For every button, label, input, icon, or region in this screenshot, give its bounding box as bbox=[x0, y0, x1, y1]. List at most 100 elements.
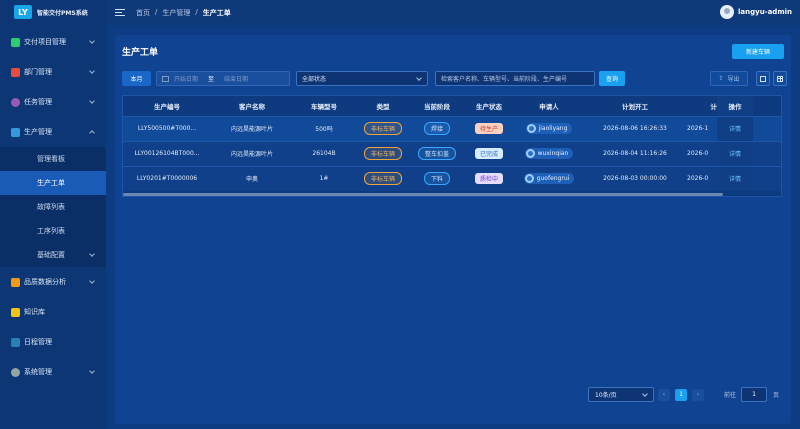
end-date-input[interactable]: 结束日期 bbox=[224, 74, 248, 83]
topbar: 首页 / 生产管理 / 生产工单 langyu-admin bbox=[106, 0, 800, 26]
pagination: 10条/页 ‹ 1 › 前往 1 页 bbox=[588, 387, 779, 402]
list-view-icon bbox=[760, 75, 766, 82]
chevron-down-icon bbox=[89, 98, 95, 104]
stage-tag: 整车扣盖 bbox=[417, 147, 456, 160]
page-title: 生产工单 bbox=[122, 48, 159, 58]
this-month-button[interactable]: 本月 bbox=[122, 71, 151, 86]
chevron-down-icon bbox=[89, 251, 95, 257]
table-row[interactable]: LLY00126104BT000... 内远昊能源叶片 26104B 非标车辆 … bbox=[123, 140, 781, 166]
chevron-down-icon bbox=[89, 68, 95, 74]
date-range-picker[interactable]: 开始日期 至 结束日期 bbox=[156, 71, 290, 86]
detail-link[interactable]: 详情 bbox=[729, 126, 741, 133]
work-order-table: 生产编号 客户名称 车辆型号 类型 当前阶段 生产状态 申请人 计划开工 计 操… bbox=[122, 95, 782, 197]
avatar bbox=[525, 148, 535, 158]
sidebar-subitem-processes[interactable]: 工序列表 bbox=[0, 219, 106, 243]
col-header-applicant: 申请人 bbox=[515, 96, 583, 116]
work-order-card: 生产工单 新建车辆 本月 开始日期 至 结束日期 全部状态 检索客户名称、车辆型… bbox=[115, 35, 791, 424]
breadcrumb-production[interactable]: 生产管理 bbox=[162, 8, 190, 18]
chevron-down-icon bbox=[642, 391, 648, 397]
cell-stage: 整车扣盖 bbox=[411, 140, 463, 166]
folder-icon bbox=[11, 37, 20, 47]
breadcrumb-home[interactable]: 首页 bbox=[136, 8, 150, 18]
menu-toggle-icon[interactable] bbox=[115, 9, 125, 17]
col-header-spacer bbox=[753, 96, 781, 116]
sidebar-item-knowledge-base[interactable]: 知识库 bbox=[0, 297, 106, 327]
search-input[interactable]: 检索客户名称、车辆型号、当前阶段、生产编号 bbox=[435, 71, 595, 86]
status-badge: 待生产 bbox=[474, 123, 503, 134]
status-badge: 质检中 bbox=[474, 173, 503, 185]
horizontal-scrollbar[interactable] bbox=[123, 193, 723, 196]
sidebar-item-tasks[interactable]: 任务管理 bbox=[0, 87, 106, 117]
sidebar-item-label: 部门管理 bbox=[24, 68, 52, 76]
stage-tag: 下料 bbox=[423, 172, 450, 186]
grid-view-button[interactable] bbox=[773, 71, 787, 86]
sidebar-item-label: 品质数据分析 bbox=[24, 278, 66, 286]
col-header-status: 生产状态 bbox=[463, 96, 515, 116]
prev-page-button[interactable]: ‹ bbox=[658, 388, 670, 401]
sidebar-subitem-work-orders[interactable]: 生产工单 bbox=[0, 171, 106, 195]
cell-status: 质检中 bbox=[463, 165, 515, 191]
sidebar-nav-lower: 品质数据分析 知识库 日程管理 系统管理 bbox=[0, 267, 106, 387]
sidebar-item-system[interactable]: 系统管理 bbox=[0, 357, 106, 387]
cell-status: 待生产 bbox=[463, 115, 515, 141]
sidebar-subitem-dashboard[interactable]: 管理看板 bbox=[0, 147, 106, 171]
username: langyu-admin bbox=[738, 8, 792, 16]
cell-model: 1# bbox=[293, 165, 355, 191]
goto-label: 前往 bbox=[724, 392, 737, 399]
sidebar-nav: 交付项目管理 部门管理 任务管理 生产管理 bbox=[0, 27, 106, 147]
next-page-button[interactable]: › bbox=[692, 388, 704, 401]
start-date-input[interactable]: 开始日期 bbox=[174, 74, 198, 83]
detail-link[interactable]: 详情 bbox=[729, 176, 741, 183]
user-menu[interactable]: langyu-admin bbox=[720, 5, 792, 19]
export-button[interactable]: ⇪ 导出 bbox=[710, 71, 748, 86]
breadcrumb-separator: / bbox=[155, 8, 158, 16]
cell-code: LLY00126104BT000... bbox=[123, 140, 211, 166]
page-size-value: 10条/页 bbox=[595, 392, 617, 399]
query-button[interactable]: 查询 bbox=[599, 71, 625, 86]
chevron-down-icon bbox=[416, 75, 422, 81]
cell-plan-end: 2026-0 bbox=[687, 140, 717, 166]
cell-spacer bbox=[753, 165, 781, 191]
sidebar-item-production[interactable]: 生产管理 bbox=[0, 117, 106, 147]
chevron-down-icon bbox=[89, 278, 95, 284]
cell-action: 详情 bbox=[717, 140, 753, 166]
col-header-customer: 客户名称 bbox=[211, 96, 293, 116]
type-tag: 非标车辆 bbox=[363, 122, 402, 135]
list-view-button[interactable] bbox=[756, 71, 770, 86]
export-label: 导出 bbox=[727, 76, 740, 83]
chart-icon bbox=[11, 277, 20, 287]
type-tag: 非标车辆 bbox=[363, 172, 402, 186]
sidebar-subitem-faults[interactable]: 故障列表 bbox=[0, 195, 106, 219]
cell-stage: 下料 bbox=[411, 165, 463, 191]
cell-plan-end: 2026-1 bbox=[687, 115, 717, 141]
department-icon bbox=[11, 67, 20, 77]
sidebar-subitem-label: 基础配置 bbox=[37, 251, 65, 259]
sidebar-item-delivery-projects[interactable]: 交付项目管理 bbox=[0, 27, 106, 57]
cell-stage: 焊接 bbox=[411, 115, 463, 141]
app-root: LY 智能交付PMS系统 交付项目管理 部门管理 任务管理 生产管理 管理看板 … bbox=[0, 0, 800, 429]
detail-link[interactable]: 详情 bbox=[729, 151, 741, 158]
new-vehicle-button[interactable]: 新建车辆 bbox=[732, 44, 784, 59]
status-select-value: 全部状态 bbox=[302, 76, 327, 83]
calendar-icon bbox=[162, 75, 169, 82]
date-range-separator: 至 bbox=[208, 76, 215, 83]
goto-page-input[interactable]: 1 bbox=[741, 387, 768, 402]
table-row[interactable]: LLY500500#T000... 内远昊能源叶片 500吗 非标车辆 焊接 待… bbox=[123, 115, 781, 141]
page-size-select[interactable]: 10条/页 bbox=[588, 387, 654, 402]
page-number-current[interactable]: 1 bbox=[675, 388, 687, 401]
applicant-name: guofengrui bbox=[536, 174, 570, 182]
sidebar-item-departments[interactable]: 部门管理 bbox=[0, 57, 106, 87]
sidebar-item-quality-analysis[interactable]: 品质数据分析 bbox=[0, 267, 106, 297]
cell-applicant: wuxinqian bbox=[515, 140, 583, 166]
col-header-plan-start: 计划开工 bbox=[583, 96, 687, 116]
status-select[interactable]: 全部状态 bbox=[296, 71, 428, 86]
table-row[interactable]: LLY0201#T0000006 申奥 1# 非标车辆 下料 质检中 guofe… bbox=[123, 165, 781, 191]
sidebar-item-label: 交付项目管理 bbox=[24, 38, 66, 46]
sidebar-item-schedule[interactable]: 日程管理 bbox=[0, 327, 106, 357]
applicant-chip: wuxinqian bbox=[524, 147, 574, 159]
book-icon bbox=[11, 307, 20, 317]
cell-customer: 内远昊能源叶片 bbox=[211, 140, 293, 166]
cell-applicant: jiaoliyang bbox=[515, 115, 583, 141]
sidebar-subitem-base-config[interactable]: 基础配置 bbox=[0, 243, 106, 267]
cell-status: 已完成 bbox=[463, 140, 515, 166]
